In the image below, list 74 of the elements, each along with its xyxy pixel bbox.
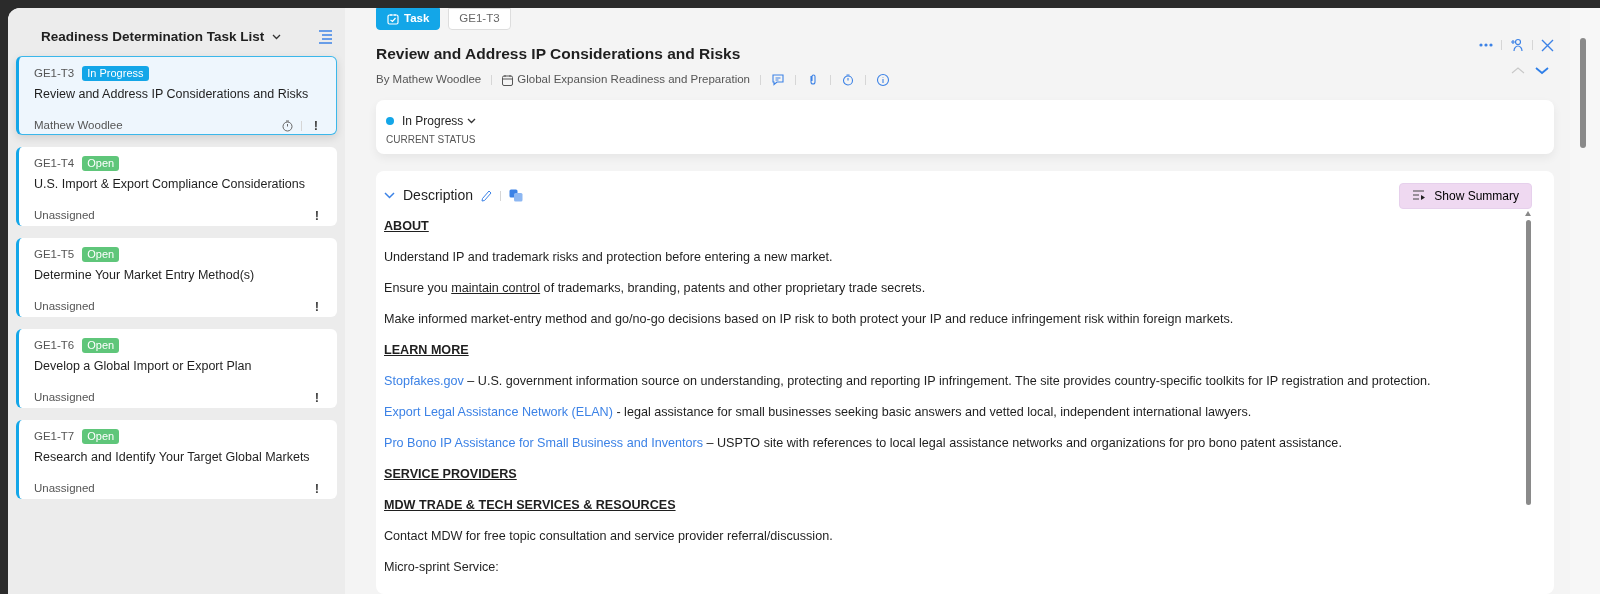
priority-mark: !: [313, 480, 320, 498]
scrollbar[interactable]: [1525, 219, 1531, 505]
paragraph: Understand IP and trademark risks and protection before entering a new market.: [384, 248, 833, 266]
section-heading: MDW TRADE & TECH SERVICES & RESOURCES: [384, 496, 676, 514]
scroll-up-arrow-icon[interactable]: [1525, 210, 1531, 216]
section-title: Description: [403, 186, 474, 205]
task-title: Determine Your Market Entry Method(s): [34, 267, 256, 285]
translate-icon[interactable]: [509, 189, 524, 202]
paragraph: Pro Bono IP Assistance for Small Business and Inventors – USPTO site with references to local legal assistance networks and organizations for pro bono patent assistance.: [384, 434, 1342, 452]
paragraph: Contact MDW for free topic consultation and service provider referral/discussion.: [384, 527, 833, 545]
pencil-icon[interactable]: [481, 189, 493, 202]
task-card[interactable]: GE1-T5 Open Determine Your Market Entry Method(s) Unassigned !: [16, 238, 337, 317]
section-heading: LEARN MORE: [384, 341, 469, 359]
comment-icon[interactable]: [771, 72, 785, 87]
show-summary-button[interactable]: Show Summary: [1399, 182, 1532, 209]
paragraph: Micro-sprint Service:: [384, 558, 499, 576]
task-id: GE1-T6: [34, 338, 75, 353]
author-text: By Mathew Woodlee: [376, 72, 482, 88]
info-icon[interactable]: [876, 72, 890, 87]
status-dropdown[interactable]: In Progress: [402, 111, 477, 130]
more-icon[interactable]: [1479, 43, 1493, 47]
assignee: Unassigned: [34, 208, 95, 224]
section-heading: SERVICE PROVIDERS: [384, 465, 517, 483]
task-title: U.S. Import & Export Compliance Considerations: [34, 176, 306, 194]
assignee: Unassigned: [34, 481, 95, 497]
clipboard-check-icon: [387, 13, 399, 25]
assignee: Unassigned: [34, 299, 95, 315]
status-tag: Open: [82, 429, 120, 445]
assign-user-icon[interactable]: [1510, 38, 1524, 52]
task-card[interactable]: GE1-T6 Open Develop a Global Import or Export Plan Unassigned !: [16, 329, 337, 408]
summary-icon: [1412, 190, 1427, 201]
priority-mark: !: [312, 117, 319, 135]
calendar-icon: [502, 73, 514, 86]
task-title: Review and Address IP Considerations and Risks: [376, 44, 742, 64]
task-title: Develop a Global Import or Export Plan: [34, 358, 253, 376]
task-card[interactable]: GE1-T3 In Progress Review and Address IP Considerations and Risks Mathew Woodlee !: [16, 56, 337, 135]
task-id: GE1-T5: [34, 247, 75, 262]
status-tag: In Progress: [82, 66, 149, 82]
caret-icon: [467, 117, 477, 124]
tab[interactable]: GE1-T3: [448, 8, 511, 30]
task-title: Review and Address IP Considerations and Risks: [34, 86, 310, 104]
assignee: Mathew Woodlee: [34, 118, 123, 134]
paragraph: Export Legal Assistance Network (ELAN) - legal assistance for small businesses seeking basic answers and vetted local, independent international lawyers.: [384, 403, 1252, 421]
chevron-down-icon[interactable]: [384, 192, 395, 199]
paragraph: Make informed market-entry method and go/no-go decisions based on IP risk to both protect your IP and reduce infringement risk within foreign markets.: [384, 310, 1234, 328]
task-id: GE1-T7: [34, 429, 75, 444]
link[interactable]: Pro Bono IP Assistance for Small Business and Inventors: [384, 435, 703, 450]
paragraph: Ensure you maintain control of trademarks, branding, patents and other proprietary trade secrets.: [384, 279, 926, 297]
project-link[interactable]: Global Expansion Readiness and Preparation: [502, 71, 750, 89]
assignee: Unassigned: [34, 390, 95, 406]
task-card[interactable]: GE1-T4 Open U.S. Import & Export Compliance Considerations Unassigned !: [16, 147, 337, 226]
task-title: Research and Identify Your Target Global Markets: [34, 449, 311, 467]
status-tag: Open: [82, 247, 120, 263]
status-tag: Open: [82, 338, 120, 354]
timer-icon[interactable]: [281, 119, 293, 132]
task-card[interactable]: GE1-T7 Open Research and Identify Your Target Global Markets Unassigned !: [16, 420, 337, 499]
menu-icon[interactable]: [317, 30, 333, 44]
link[interactable]: Export Legal Assistance Network (ELAN): [384, 404, 613, 419]
caret-icon: [272, 34, 282, 40]
list-title-dropdown[interactable]: Readiness Determination Task List: [41, 26, 282, 48]
status-caption: CURRENT STATUS: [386, 132, 477, 147]
section-heading: ABOUT: [384, 217, 429, 235]
task-id: GE1-T3: [34, 66, 75, 81]
paragraph: Stopfakes.gov – U.S. government information source on understanding, protecting and reporting IP infringement. The site provides country-specific toolkits for IP registration and protection.: [384, 372, 1431, 390]
priority-mark: !: [313, 207, 320, 225]
chevron-down-icon[interactable]: [1535, 66, 1549, 76]
priority-mark: !: [313, 389, 320, 407]
close-icon[interactable]: [1541, 38, 1554, 52]
timer-icon[interactable]: [841, 72, 855, 87]
priority-mark: !: [313, 298, 320, 316]
link[interactable]: Stopfakes.gov: [384, 373, 464, 388]
status-tag: Open: [82, 156, 120, 172]
task-id: GE1-T4: [34, 156, 75, 171]
scrollbar[interactable]: [1580, 38, 1586, 148]
